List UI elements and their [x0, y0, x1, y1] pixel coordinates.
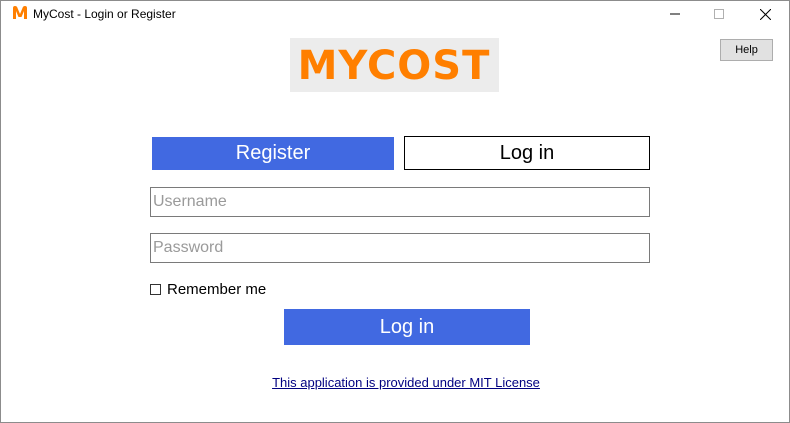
logo-text: MYCOST	[298, 43, 491, 89]
minimize-button[interactable]	[653, 1, 697, 27]
remember-me-checkbox[interactable]	[150, 284, 161, 295]
maximize-icon	[714, 9, 724, 19]
login-button[interactable]: Log in	[284, 309, 530, 345]
tab-register[interactable]: Register	[152, 137, 394, 170]
tab-login[interactable]: Log in	[404, 136, 650, 170]
close-icon	[759, 8, 771, 20]
maximize-button[interactable]	[697, 1, 741, 27]
app-window: MyCost - Login or Register Help MYCOST R…	[0, 0, 790, 423]
license-link[interactable]: This application is provided under MIT L…	[1, 375, 790, 390]
remember-me[interactable]: Remember me	[150, 281, 266, 298]
minimize-icon	[670, 13, 680, 15]
help-button[interactable]: Help	[720, 39, 773, 61]
close-button[interactable]	[743, 1, 787, 27]
mycost-logo: MYCOST	[290, 38, 499, 92]
window-title: MyCost - Login or Register	[33, 7, 176, 21]
username-input[interactable]	[150, 187, 650, 217]
mycost-m-icon	[12, 5, 28, 21]
title-bar: MyCost - Login or Register	[1, 1, 789, 27]
remember-me-label: Remember me	[167, 281, 267, 298]
password-input[interactable]	[150, 233, 650, 263]
